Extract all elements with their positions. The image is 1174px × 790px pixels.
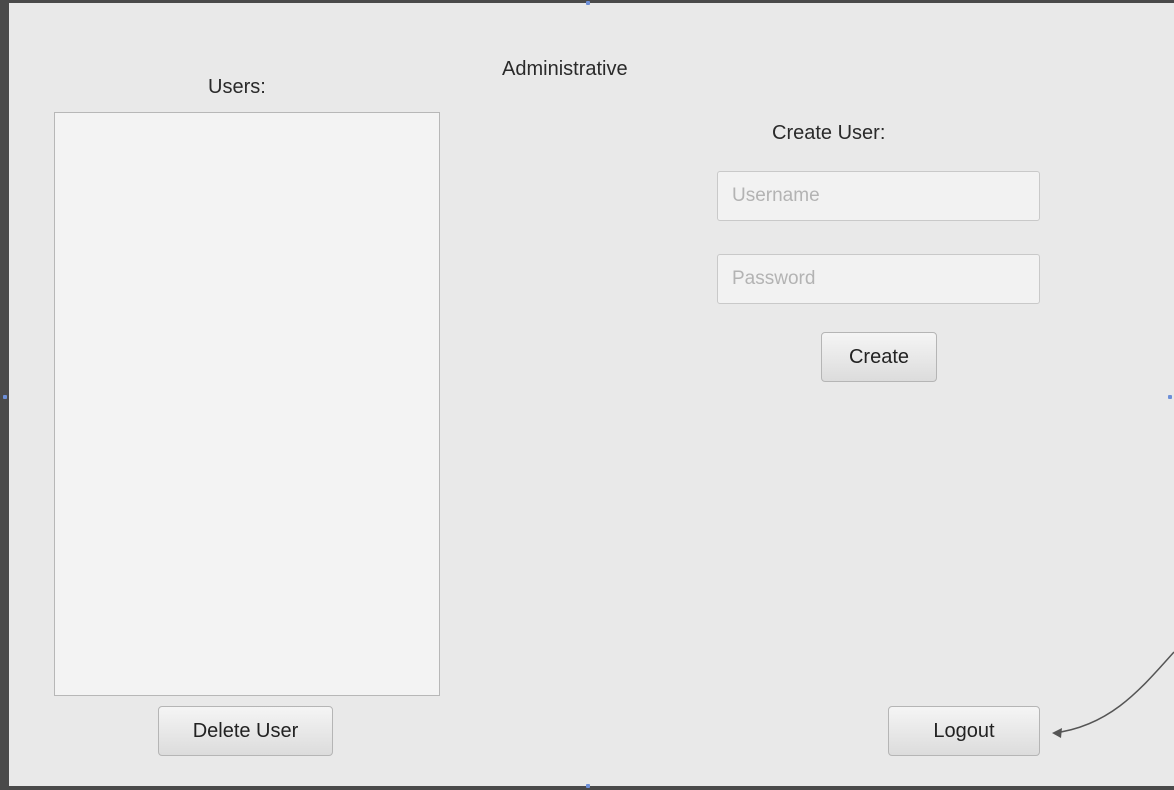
username-field[interactable] [717,171,1040,221]
page-title: Administrative [502,58,628,80]
users-list[interactable] [54,112,440,696]
logout-button[interactable]: Logout [888,706,1040,756]
resize-handle-top [586,1,590,5]
create-button[interactable]: Create [821,332,937,382]
users-label: Users: [208,76,266,98]
resize-handle-bottom [586,784,590,788]
resize-handle-right [1168,395,1172,399]
resize-handle-left [3,395,7,399]
create-user-label: Create User: [772,122,886,144]
password-field[interactable] [717,254,1040,304]
delete-user-button[interactable]: Delete User [158,706,333,756]
